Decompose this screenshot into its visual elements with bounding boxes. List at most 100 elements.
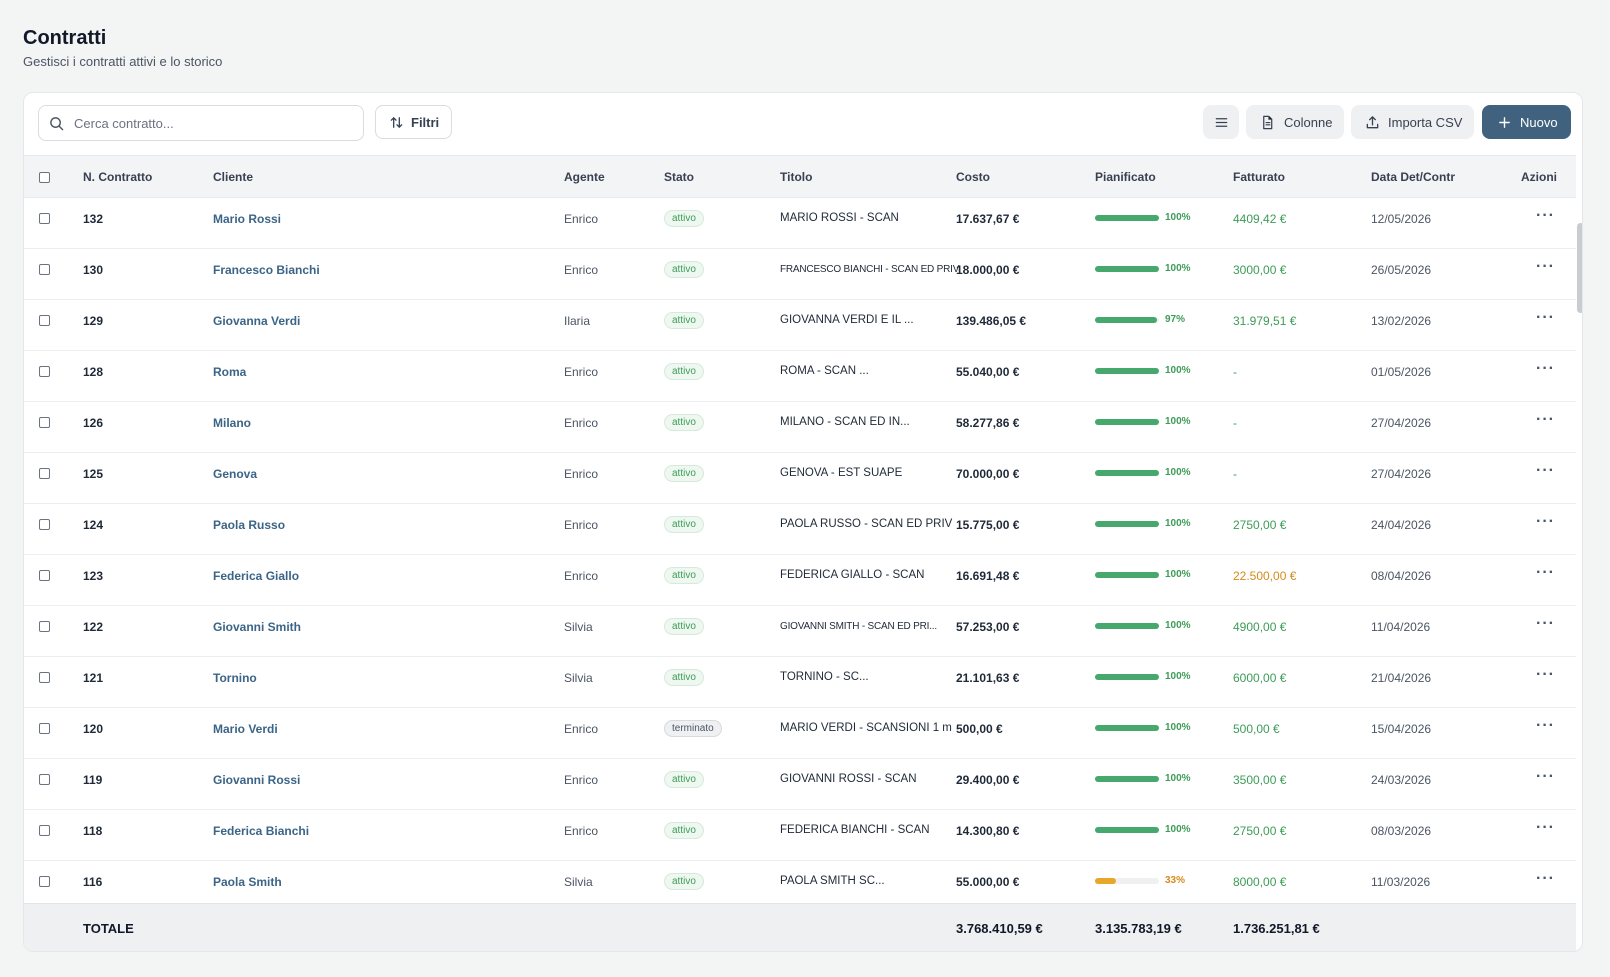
more-horizontal-icon[interactable]: ··· (1536, 819, 1555, 837)
columns-button[interactable]: Colonne (1246, 105, 1344, 139)
vertical-scrollbar[interactable] (1577, 223, 1582, 313)
status-cell: attivo (664, 822, 704, 839)
table-row[interactable]: 130 Francesco Bianchi Enrico attivo FRANCESC… (24, 249, 1576, 300)
toolbar: Filtri Colonne Importa CSV Nuovo (24, 93, 1582, 155)
client-link[interactable]: Giovanna Verdi (213, 314, 300, 328)
progress-fill (1095, 776, 1159, 782)
status-cell: attivo (664, 873, 704, 890)
header-agent[interactable]: Agente (564, 170, 605, 184)
table-row[interactable]: 124 Paola Russo Enrico attivo PAOLA RUSSO - … (24, 504, 1576, 555)
more-horizontal-icon[interactable]: ··· (1536, 258, 1555, 276)
row-checkbox[interactable] (39, 621, 50, 632)
table-row[interactable]: 122 Giovanni Smith Silvia attivo GIOVANNI SM… (24, 606, 1576, 657)
more-horizontal-icon[interactable]: ··· (1536, 207, 1555, 225)
row-checkbox[interactable] (39, 570, 50, 581)
header-date[interactable]: Data Det/Contr (1371, 170, 1455, 184)
menu-button[interactable] (1203, 105, 1239, 139)
more-horizontal-icon[interactable]: ··· (1536, 717, 1555, 735)
client-link[interactable]: Roma (213, 365, 246, 379)
more-horizontal-icon[interactable]: ··· (1536, 411, 1555, 429)
contract-title: GIOVANNA VERDI E IL ... (780, 314, 914, 326)
row-checkbox[interactable] (39, 315, 50, 326)
search-box[interactable] (38, 105, 364, 141)
client-link[interactable]: Francesco Bianchi (213, 263, 320, 277)
new-contract-button[interactable]: Nuovo (1482, 105, 1571, 139)
contract-number: 124 (83, 518, 104, 532)
row-checkbox[interactable] (39, 366, 50, 377)
table-row[interactable]: 128 Roma Enrico attivo ROMA - SCAN ... 55.040… (24, 351, 1576, 402)
client-link[interactable]: Paola Russo (213, 518, 285, 532)
client-link[interactable]: Tornino (213, 671, 257, 685)
contract-cost: 16.691,48 € (956, 569, 1020, 583)
contract-cost: 15.775,00 € (956, 518, 1020, 532)
table-row[interactable]: 132 Mario Rossi Enrico attivo MARIO ROSSI - … (24, 198, 1576, 249)
more-horizontal-icon[interactable]: ··· (1536, 360, 1555, 378)
progress-percent: 100% (1165, 518, 1191, 529)
contract-title: MARIO VERDI - SCANSIONI 1 m (780, 722, 952, 734)
client-link[interactable]: Milano (213, 416, 251, 430)
client-link[interactable]: Mario Rossi (213, 212, 281, 226)
table-row[interactable]: 126 Milano Enrico attivo MILANO - SCAN ED IN… (24, 402, 1576, 453)
progress-percent: 100% (1165, 824, 1191, 835)
client-link[interactable]: Giovanni Smith (213, 620, 301, 634)
more-horizontal-icon[interactable]: ··· (1536, 666, 1555, 684)
agent-name: Silvia (564, 875, 593, 889)
more-horizontal-icon[interactable]: ··· (1536, 768, 1555, 786)
contract-date: 26/05/2026 (1371, 263, 1432, 277)
table-row[interactable]: 118 Federica Bianchi Enrico attivo FEDERICA … (24, 810, 1576, 861)
table-row[interactable]: 123 Federica Giallo Enrico attivo FEDERICA G… (24, 555, 1576, 606)
select-all-checkbox[interactable] (39, 172, 50, 183)
search-input[interactable] (72, 114, 352, 132)
more-horizontal-icon[interactable]: ··· (1536, 462, 1555, 480)
more-horizontal-icon[interactable]: ··· (1536, 309, 1555, 327)
agent-name: Enrico (564, 824, 599, 838)
totals-label: TOTALE (83, 921, 134, 936)
table-row[interactable]: 120 Mario Verdi Enrico terminato MARIO VERDI… (24, 708, 1576, 759)
filters-button[interactable]: Filtri (375, 105, 452, 139)
row-checkbox[interactable] (39, 519, 50, 530)
row-checkbox[interactable] (39, 774, 50, 785)
search-icon (50, 116, 64, 130)
row-checkbox[interactable] (39, 825, 50, 836)
table-row[interactable]: 125 Genova Enrico attivo GENOVA - EST SUAPE 7… (24, 453, 1576, 504)
row-checkbox[interactable] (39, 213, 50, 224)
contract-number: 122 (83, 620, 104, 634)
client-link[interactable]: Federica Giallo (213, 569, 299, 583)
row-checkbox[interactable] (39, 417, 50, 428)
row-checkbox[interactable] (39, 876, 50, 887)
progress-track (1095, 317, 1159, 323)
status-badge: attivo (664, 771, 704, 788)
contract-number: 129 (83, 314, 104, 328)
header-title[interactable]: Titolo (780, 170, 812, 184)
progress-fill (1095, 572, 1159, 578)
more-horizontal-icon[interactable]: ··· (1536, 615, 1555, 633)
client-link[interactable]: Paola Smith (213, 875, 282, 889)
client-link[interactable]: Genova (213, 467, 257, 481)
invoiced-amount: 22.500,00 € (1233, 569, 1297, 583)
client-link[interactable]: Giovanni Rossi (213, 773, 300, 787)
more-horizontal-icon[interactable]: ··· (1536, 513, 1555, 531)
client-link[interactable]: Federica Bianchi (213, 824, 309, 838)
client-link[interactable]: Mario Verdi (213, 722, 278, 736)
contract-title: PAOLA SMITH SC... (780, 875, 885, 887)
row-checkbox[interactable] (39, 468, 50, 479)
more-horizontal-icon[interactable]: ··· (1536, 564, 1555, 582)
table-row[interactable]: 119 Giovanni Rossi Enrico attivo GIOVANNI RO… (24, 759, 1576, 810)
agent-name: Silvia (564, 620, 593, 634)
header-cost[interactable]: Costo (956, 170, 990, 184)
import-csv-button[interactable]: Importa CSV (1351, 105, 1474, 139)
row-checkbox[interactable] (39, 672, 50, 683)
header-planned[interactable]: Pianificato (1095, 170, 1156, 184)
table-row[interactable]: 121 Tornino Silvia attivo TORNINO - SC... 21.… (24, 657, 1576, 708)
header-status[interactable]: Stato (664, 170, 694, 184)
header-client[interactable]: Cliente (213, 170, 253, 184)
agent-name: Enrico (564, 518, 599, 532)
row-checkbox[interactable] (39, 723, 50, 734)
row-checkbox[interactable] (39, 264, 50, 275)
more-horizontal-icon[interactable]: ··· (1536, 870, 1555, 888)
status-badge: attivo (664, 516, 704, 533)
table-row[interactable]: 129 Giovanna Verdi Ilaria attivo GIOVANNA VE… (24, 300, 1576, 351)
header-number[interactable]: N. Contratto (83, 170, 152, 184)
status-cell: attivo (664, 618, 704, 635)
header-invoiced[interactable]: Fatturato (1233, 170, 1285, 184)
